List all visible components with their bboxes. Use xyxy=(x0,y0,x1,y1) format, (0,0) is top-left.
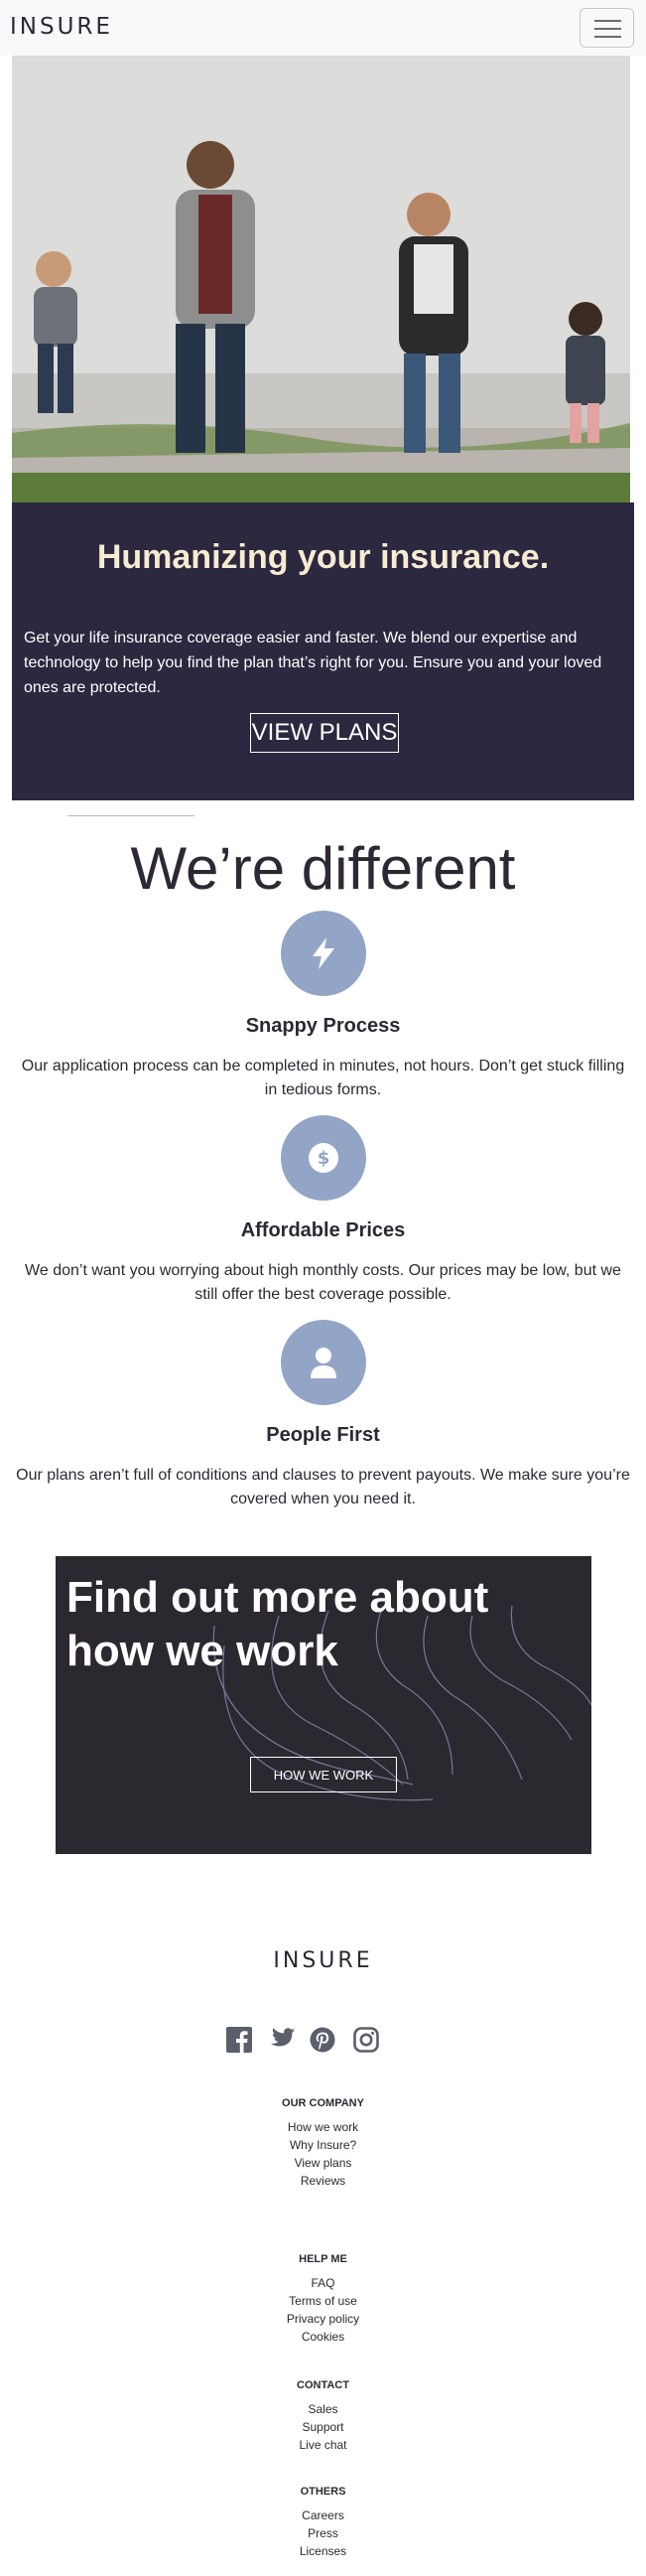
feature-title: Snappy Process xyxy=(245,1015,401,1037)
feature-title: People First xyxy=(266,1424,380,1446)
feature-description: Our application process can be completed… xyxy=(21,1058,625,1098)
svg-text:$: $ xyxy=(318,1148,330,1169)
navbar: INSURE xyxy=(0,0,646,56)
lightning-icon xyxy=(281,911,366,996)
hero-panel: Humanizing your insurance. Get your life… xyxy=(12,502,634,800)
pinterest-icon[interactable] xyxy=(310,2027,337,2055)
hero-title: Humanizing your insurance. xyxy=(96,538,550,576)
footer-link[interactable]: Privacy policy xyxy=(0,2312,646,2326)
footer-link[interactable]: Press xyxy=(0,2526,646,2540)
facebook-icon[interactable] xyxy=(226,2027,254,2055)
footer-link[interactable]: Careers xyxy=(0,2508,646,2522)
brand-logo[interactable]: INSURE xyxy=(10,14,113,40)
footer-link[interactable]: Terms of use xyxy=(0,2294,646,2308)
hamburger-icon xyxy=(594,20,621,22)
footer-heading-our-company: OUR COMPANY xyxy=(282,2097,364,2109)
footer-link[interactable]: Cookies xyxy=(0,2330,646,2344)
find-out-more-section: Find out more about how we work HOW WE W… xyxy=(56,1556,591,1854)
footer-link[interactable]: View plans xyxy=(0,2156,646,2170)
hero-description: Get your life insurance coverage easier … xyxy=(24,630,602,696)
footer-link[interactable]: FAQ xyxy=(0,2276,646,2290)
feature-title: Affordable Prices xyxy=(240,1219,406,1241)
find-out-more-title: Find out more about how we work xyxy=(66,1573,489,1675)
twitter-icon[interactable] xyxy=(266,2027,295,2055)
social-links xyxy=(226,2027,385,2055)
footer-heading-others: OTHERS xyxy=(300,2486,346,2498)
dollar-icon: $ xyxy=(281,1115,366,1201)
footer-link[interactable]: Reviews xyxy=(0,2174,646,2188)
footer-link[interactable]: Licenses xyxy=(0,2544,646,2558)
different-heading: We’re different xyxy=(130,835,516,902)
menu-toggle-button[interactable] xyxy=(580,8,634,48)
instagram-icon[interactable] xyxy=(353,2027,381,2055)
how-we-work-button[interactable]: HOW WE WORK xyxy=(250,1757,397,1792)
footer-heading-help-me: HELP ME xyxy=(299,2253,347,2265)
feature-description: We don’t want you worrying about high mo… xyxy=(25,1262,621,1303)
feature-description: Our plans aren’t full of conditions and … xyxy=(16,1467,630,1507)
footer-link[interactable]: Live chat xyxy=(0,2438,646,2452)
person-icon xyxy=(281,1320,366,1405)
footer-brand-logo[interactable]: INSURE xyxy=(0,1948,646,1973)
footer-link[interactable]: How we work xyxy=(0,2120,646,2134)
hero-image xyxy=(12,56,630,502)
footer-link[interactable]: Why Insure? xyxy=(0,2138,646,2152)
footer-link[interactable]: Sales xyxy=(0,2402,646,2416)
footer-link[interactable]: Support xyxy=(0,2420,646,2434)
footer-heading-contact: CONTACT xyxy=(297,2379,349,2391)
section-divider xyxy=(67,815,194,816)
view-plans-button[interactable]: VIEW PLANS xyxy=(250,713,399,753)
